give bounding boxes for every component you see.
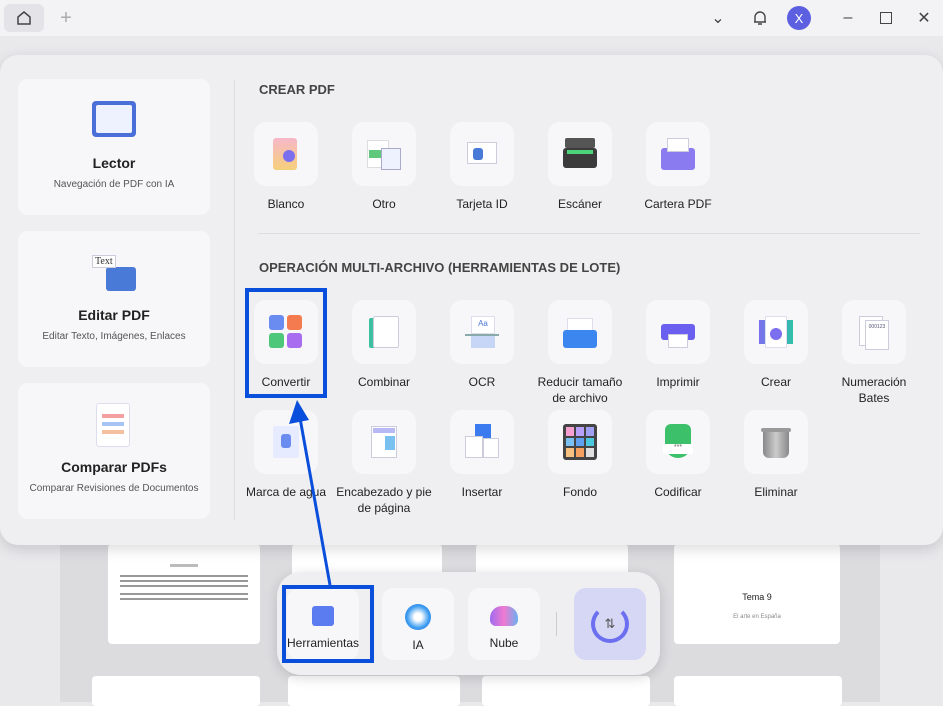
annotation-arrow — [289, 400, 332, 586]
